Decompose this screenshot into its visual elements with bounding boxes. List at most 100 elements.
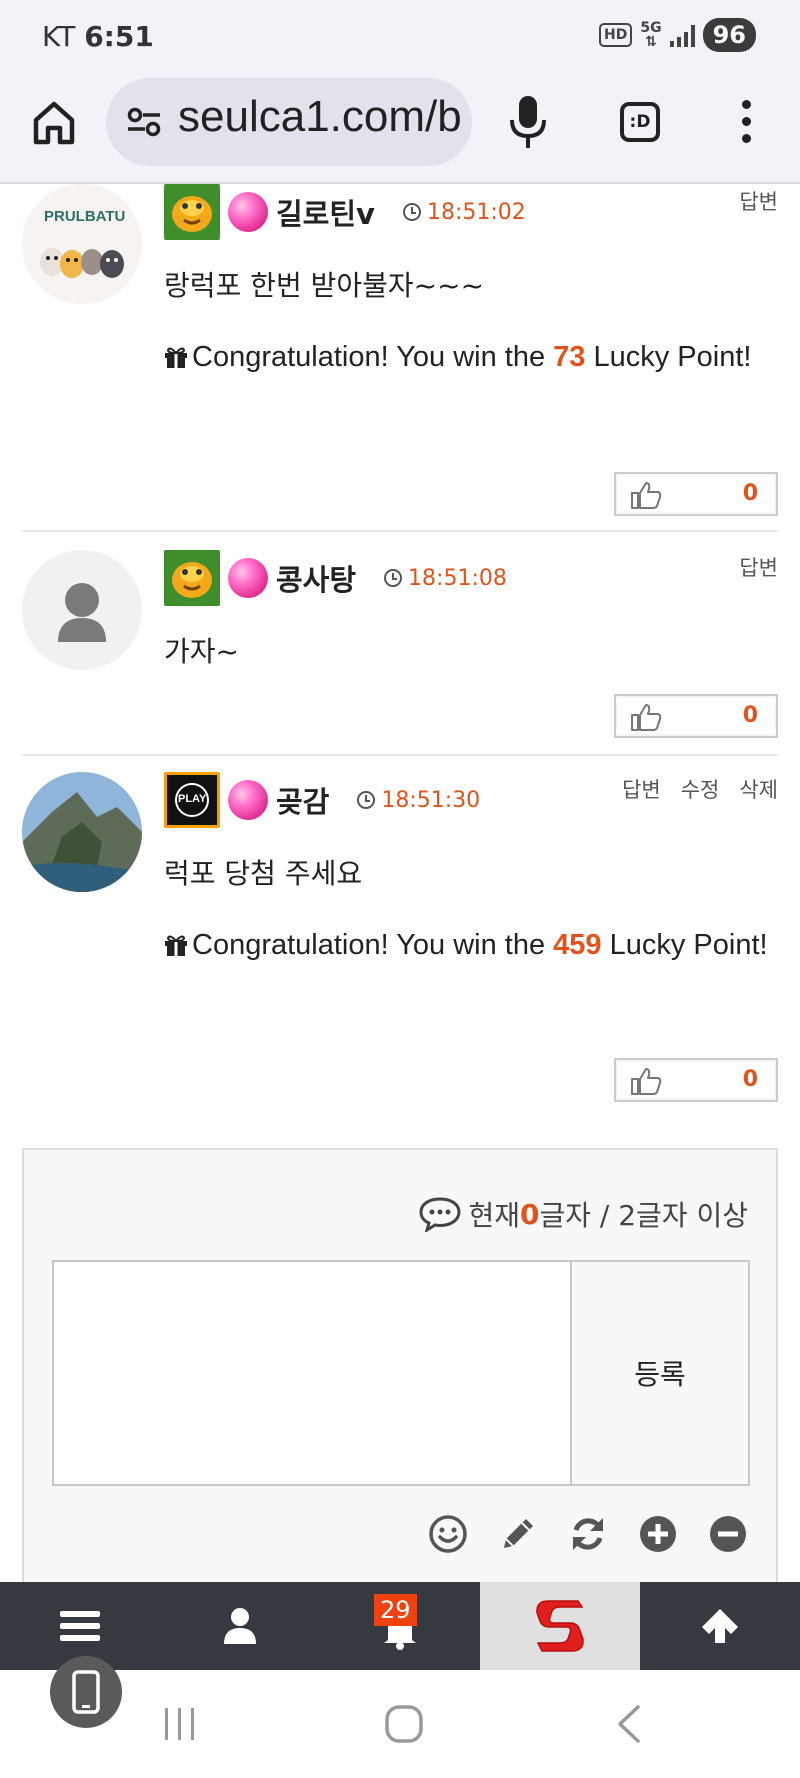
arrow-up-icon [702, 1609, 738, 1643]
signal-icon [669, 23, 695, 47]
5g-icon: 5G ⇅ [640, 21, 661, 49]
refresh-icon[interactable] [568, 1514, 608, 1554]
edit-link[interactable]: 수정 [681, 774, 720, 804]
lucky-point-message: Congratulation! You win the 459 Lucky Po… [164, 920, 778, 970]
delete-link[interactable]: 삭제 [739, 774, 778, 804]
comment-time-text: 18:51:08 [408, 565, 507, 591]
reply-link[interactable]: 답변 [622, 774, 661, 804]
minus-circle-icon[interactable] [708, 1514, 748, 1554]
reply-link[interactable]: 답변 [739, 186, 778, 216]
notification-badge: 29 [374, 1594, 417, 1626]
url-text[interactable]: seulca1.com/b [178, 92, 462, 142]
like-count: 0 [742, 703, 758, 728]
browser-toolbar: seulca1.com/b :D [0, 70, 800, 184]
clock-icon [402, 203, 421, 221]
comment-item: PLAY 곶감 18:51:30 답변 수정 삭제 럭포 당첨 주세요 Cong… [22, 772, 778, 1108]
address-bar[interactable]: seulca1.com/b [106, 78, 472, 166]
comment-body: 콩사탕 18:51:08 답변 가자~ [164, 550, 778, 672]
level-icon-label: PLAY [178, 793, 207, 805]
char-counter: 현재 0 글자 / 2글자 이상 [418, 1194, 748, 1234]
comment-author[interactable]: 콩사탕 [276, 557, 356, 599]
nav-profile[interactable] [160, 1582, 320, 1670]
home-icon[interactable] [30, 98, 78, 146]
smile-icon[interactable] [428, 1514, 468, 1554]
more-options-icon[interactable] [738, 100, 754, 150]
comment-actions: 답변 [739, 186, 778, 216]
carrier-name: KT [42, 20, 76, 53]
comment-body: 길로틴v 18:51:02 답변 랑럭포 한번 받아불자~~~ Congratu… [164, 184, 778, 382]
lucky-suffix: Lucky Point! [601, 929, 768, 961]
tab-switcher-button[interactable]: :D [620, 102, 660, 142]
nav-home-logo[interactable] [480, 1582, 640, 1670]
pencil-icon[interactable] [498, 1514, 538, 1554]
lucky-prefix: Congratulation! You win the [192, 341, 554, 373]
avatar[interactable]: PRULBATU [22, 184, 142, 304]
like-count: 0 [742, 481, 758, 506]
speech-bubble-icon [419, 1197, 461, 1232]
data-arrows-icon: ⇅ [645, 34, 657, 50]
lucky-points: 73 [553, 341, 586, 373]
lucky-prefix: Congratulation! You win the [192, 929, 554, 961]
clock-icon [357, 791, 376, 809]
microphone-icon[interactable] [508, 94, 548, 150]
status-icons: HD 5G ⇅ 96 [599, 18, 756, 52]
user-icon [224, 1608, 256, 1644]
comment-actions: 답변 [739, 552, 778, 582]
mobile-phone-icon [72, 1670, 100, 1714]
menu-icon [60, 1611, 100, 1641]
gift-icon [165, 347, 187, 368]
thumbs-up-icon [631, 1068, 662, 1095]
comment-time: 18:51:02 [402, 199, 526, 225]
comment-actions: 답변 수정 삭제 [622, 774, 778, 804]
comment-body: PLAY 곶감 18:51:30 답변 수정 삭제 럭포 당첨 주세요 Cong… [164, 772, 778, 970]
site-settings-icon[interactable] [126, 106, 162, 138]
lucky-suffix: Lucky Point! [585, 341, 752, 373]
comment-meta: 길로틴v 18:51:02 답변 [164, 184, 778, 240]
comment-author[interactable]: 곶감 [276, 779, 329, 821]
char-count: 0 [520, 1197, 540, 1231]
recent-apps-icon[interactable] [160, 1706, 200, 1742]
comment-author[interactable]: 길로틴v [276, 191, 375, 233]
comment-item: 콩사탕 18:51:08 답변 가자~ 0 [22, 550, 778, 756]
gem-badge-icon [228, 558, 268, 598]
comment-textarea[interactable] [52, 1260, 572, 1486]
battery-indicator: 96 [702, 18, 756, 52]
phone-mode-button[interactable] [50, 1656, 122, 1728]
comment-text: 럭포 당첨 주세요 [164, 857, 363, 890]
comment-text: 가자~ [164, 635, 239, 668]
hd-voice-icon: HD [599, 23, 633, 47]
comment-time-text: 18:51:02 [426, 199, 526, 225]
plus-circle-icon[interactable] [638, 1514, 678, 1554]
avatar-label: PRULBATU [44, 208, 126, 225]
thumbs-up-icon [631, 482, 662, 509]
gem-badge-icon [228, 780, 268, 820]
level-icon [164, 184, 220, 240]
like-button[interactable]: 0 [614, 472, 778, 516]
default-avatar-icon [58, 583, 106, 642]
avatar-image [22, 772, 142, 892]
status-time: 6:51 [84, 20, 154, 53]
editor-toolbar [428, 1514, 748, 1554]
like-button[interactable]: 0 [614, 1058, 778, 1102]
avatar[interactable] [22, 550, 142, 670]
comment-time: 18:51:08 [384, 566, 507, 591]
comment-text: 랑럭포 한번 받아불자~~~ [164, 269, 485, 302]
submit-button[interactable]: 등록 [570, 1260, 750, 1486]
lucky-points: 459 [553, 929, 602, 961]
level-icon [164, 550, 220, 606]
nav-scroll-top[interactable] [640, 1582, 800, 1670]
comment-time: 18:51:30 [357, 788, 480, 813]
like-button[interactable]: 0 [614, 694, 778, 738]
level-icon: PLAY [164, 772, 220, 828]
site-logo [536, 1600, 584, 1652]
back-icon[interactable] [614, 1704, 644, 1744]
clock-icon [384, 569, 403, 587]
gift-icon [165, 935, 187, 956]
avatar[interactable] [22, 772, 142, 892]
reply-link[interactable]: 답변 [739, 552, 778, 582]
status-bar: KT 6:51 HD 5G ⇅ 96 [0, 0, 800, 70]
comment-meta: 콩사탕 18:51:08 답변 [164, 550, 778, 606]
home-nav-icon[interactable] [384, 1704, 424, 1744]
status-carrier: KT 6:51 [42, 20, 154, 53]
counter-suffix: 글자 / 2글자 이상 [539, 1199, 748, 1232]
